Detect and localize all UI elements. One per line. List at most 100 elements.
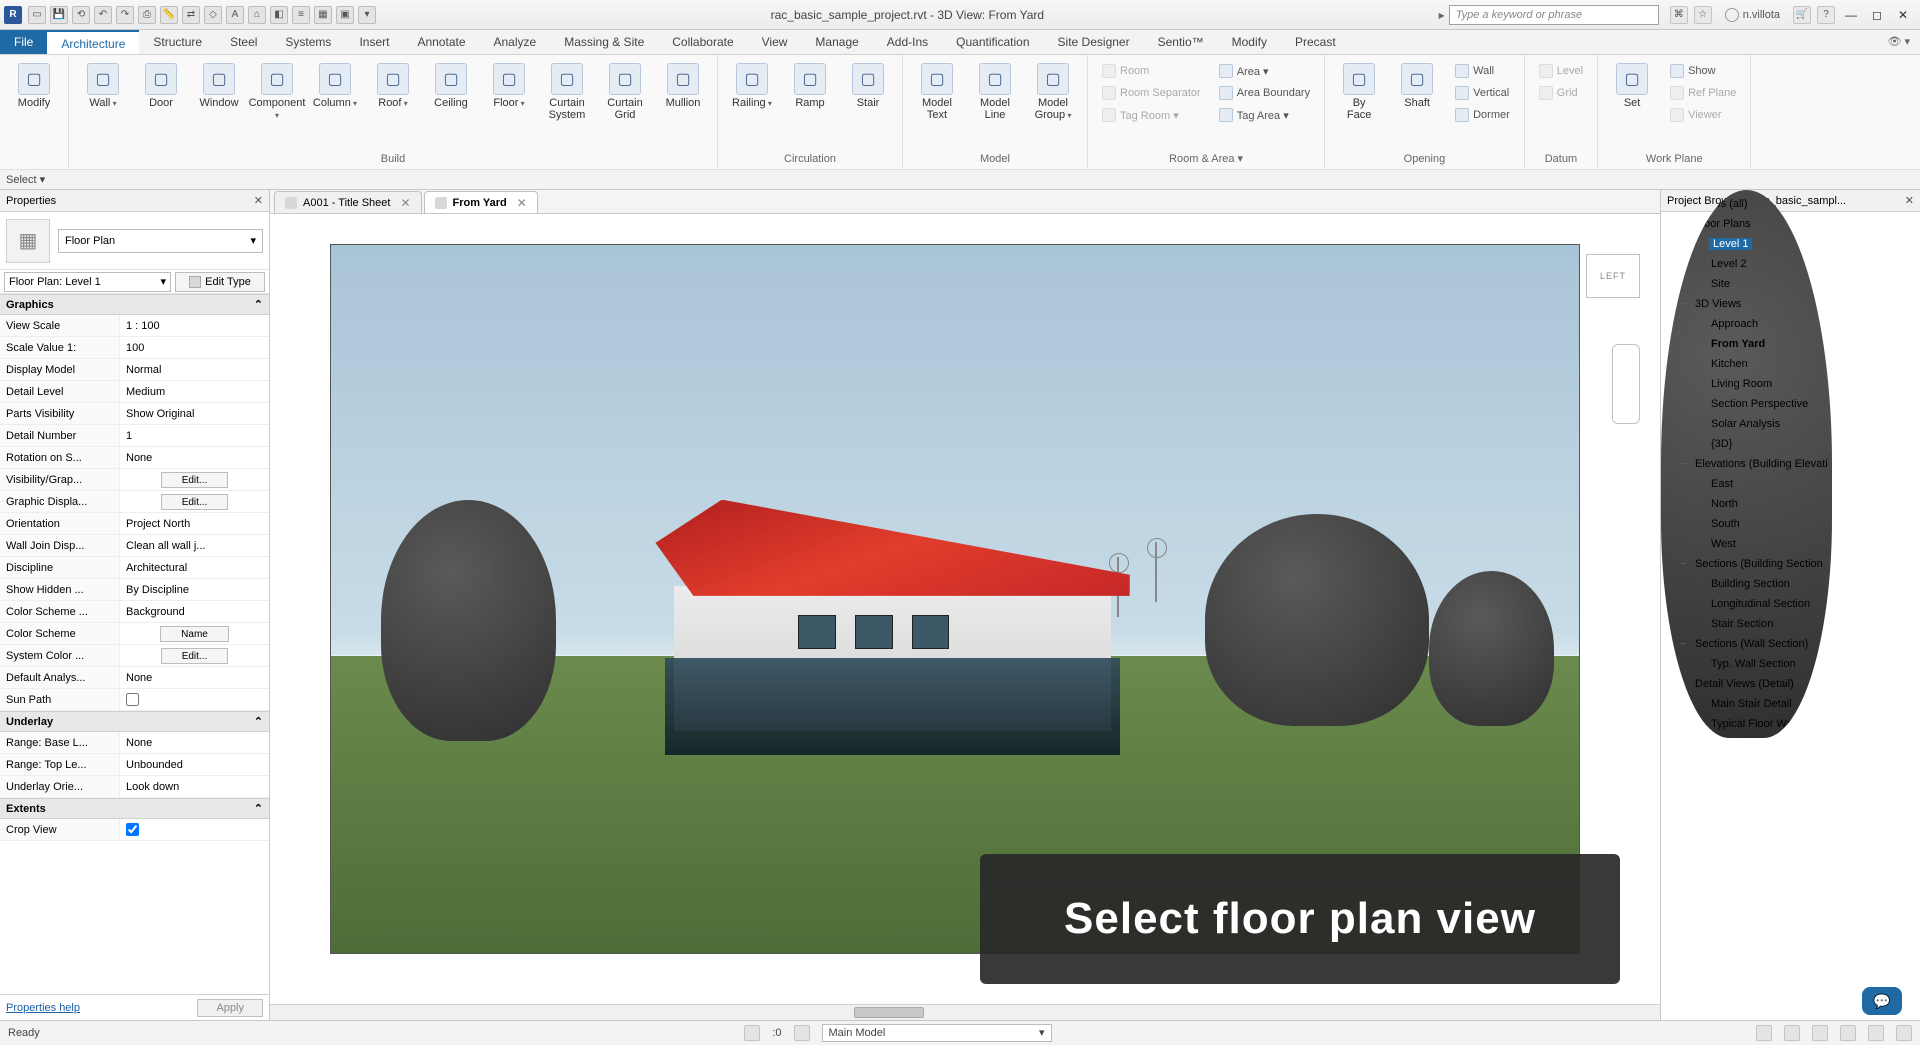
workset-icon[interactable] <box>744 1025 760 1041</box>
tree-node-sections-building-section[interactable]: −Sections (Building Section <box>1663 554 1830 574</box>
prop-value[interactable]: 1 <box>120 425 269 446</box>
collapse-icon[interactable]: ⌃ <box>254 715 263 728</box>
tree-node-level-1[interactable]: Level 1 <box>1663 234 1830 254</box>
maximize-button[interactable]: ◻ <box>1868 6 1886 24</box>
tree-twisty-icon[interactable]: − <box>1677 639 1689 650</box>
tool-railing-button[interactable]: ▢Railing <box>724 59 780 113</box>
browser-close-icon[interactable]: ✕ <box>1905 194 1914 207</box>
tool-roof-button[interactable]: ▢Roof <box>365 59 421 113</box>
chat-bubble-icon[interactable]: 💬 <box>1862 987 1902 1015</box>
tool-wall-button[interactable]: Wall <box>1451 61 1514 81</box>
tool-mullion-button[interactable]: ▢Mullion <box>655 59 711 113</box>
select-underlay-icon[interactable] <box>1784 1025 1800 1041</box>
type-combo[interactable]: Floor Plan▾ <box>58 229 263 253</box>
tree-node-floor-plans[interactable]: −Floor Plans <box>1663 214 1830 234</box>
edit-type-button[interactable]: Edit Type <box>175 272 265 292</box>
tool-area-boundary-button[interactable]: Area Boundary <box>1215 83 1314 103</box>
help-icon[interactable]: ? <box>1817 6 1835 24</box>
prop-value-button[interactable]: Edit... <box>120 469 269 490</box>
tree-node-north[interactable]: North <box>1663 494 1830 514</box>
prop-value-button[interactable]: Edit... <box>120 645 269 666</box>
tree-node--3d-[interactable]: {3D} <box>1663 434 1830 454</box>
tree-twisty-icon[interactable]: − <box>1677 559 1689 570</box>
tree-node-from-yard[interactable]: From Yard <box>1663 334 1830 354</box>
tool-by-face-button[interactable]: ▢ByFace <box>1331 59 1387 125</box>
tree-node-stair-section[interactable]: Stair Section <box>1663 614 1830 634</box>
tool-stair-button[interactable]: ▢Stair <box>840 59 896 113</box>
sync-icon[interactable]: ⟲ <box>72 6 90 24</box>
undo-icon[interactable]: ↶ <box>94 6 112 24</box>
close-button[interactable]: ✕ <box>1894 6 1912 24</box>
scrollbar-thumb[interactable] <box>854 1007 924 1018</box>
design-options-icon[interactable] <box>794 1025 810 1041</box>
tool-curtain-system-button[interactable]: ▢CurtainSystem <box>539 59 595 125</box>
print-icon[interactable]: ⎙ <box>138 6 156 24</box>
collapse-icon[interactable]: ⌃ <box>254 298 263 311</box>
3d-icon[interactable]: ⌂ <box>248 6 266 24</box>
tree-node-typ-wall-section[interactable]: Typ. Wall Section <box>1663 654 1830 674</box>
tool-model-group-button[interactable]: ▢ModelGroup <box>1025 59 1081 125</box>
menu-tab-analyze[interactable]: Analyze <box>480 30 551 54</box>
measure-icon[interactable]: 📏 <box>160 6 178 24</box>
tree-twisty-icon[interactable]: − <box>1677 219 1689 230</box>
drawing-canvas[interactable] <box>330 244 1580 954</box>
thin-lines-icon[interactable]: ≡ <box>292 6 310 24</box>
keynote-icon[interactable]: ⌘ <box>1670 6 1688 24</box>
menu-tab-quantification[interactable]: Quantification <box>942 30 1043 54</box>
view-tab-close-icon[interactable]: ✕ <box>400 196 410 210</box>
tree-node-longitudinal-section[interactable]: Longitudinal Section <box>1663 594 1830 614</box>
tool-ceiling-button[interactable]: ▢Ceiling <box>423 59 479 113</box>
viewport[interactable]: LEFT Select floor plan view <box>270 214 1660 1004</box>
tool-door-button[interactable]: ▢Door <box>133 59 189 113</box>
menu-tab-file[interactable]: File <box>0 30 47 54</box>
tree-node-elevations-building-elevati[interactable]: −Elevations (Building Elevati <box>1663 454 1830 474</box>
prop-value[interactable]: Unbounded <box>120 754 269 775</box>
tag-icon[interactable]: ◇ <box>204 6 222 24</box>
tool-ramp-button[interactable]: ▢Ramp <box>782 59 838 113</box>
tool-component-button[interactable]: ▢Component <box>249 59 305 125</box>
close-hidden-icon[interactable]: ▦ <box>314 6 332 24</box>
tree-node-south[interactable]: South <box>1663 514 1830 534</box>
tree-node-east[interactable]: East <box>1663 474 1830 494</box>
user-account[interactable]: n.villota <box>1725 8 1780 22</box>
tree-node-3d-views[interactable]: −3D Views <box>1663 294 1830 314</box>
properties-help-link[interactable]: Properties help <box>6 1002 80 1014</box>
tool-tag-area--button[interactable]: Tag Area ▾ <box>1215 105 1314 125</box>
menu-tab-annotate[interactable]: Annotate <box>403 30 479 54</box>
tool-wall-button[interactable]: ▢Wall <box>75 59 131 113</box>
section-icon[interactable]: ◧ <box>270 6 288 24</box>
prop-value[interactable]: By Discipline <box>120 579 269 600</box>
prop-section-extents[interactable]: Extents⌃ <box>0 798 269 819</box>
select-links-icon[interactable] <box>1756 1025 1772 1041</box>
tree-node-level-2[interactable]: Level 2 <box>1663 254 1830 274</box>
nav-bar[interactable] <box>1612 344 1640 424</box>
tree-node-sections-wall-section-[interactable]: −Sections (Wall Section) <box>1663 634 1830 654</box>
search-input[interactable]: Type a keyword or phrase <box>1449 5 1659 25</box>
menu-tab-massing-site[interactable]: Massing & Site <box>550 30 658 54</box>
prop-value[interactable]: Show Original <box>120 403 269 424</box>
menu-tab-systems[interactable]: Systems <box>271 30 345 54</box>
prop-value[interactable]: Background <box>120 601 269 622</box>
prop-value-checkbox[interactable] <box>120 819 269 840</box>
tool-modify-button[interactable]: ▢Modify <box>6 59 62 113</box>
prop-value[interactable]: Normal <box>120 359 269 380</box>
select-bar[interactable]: Select ▾ <box>0 169 1920 189</box>
prop-value-button[interactable]: Edit... <box>120 491 269 512</box>
collapse-icon[interactable]: ⌃ <box>254 802 263 815</box>
menu-tab-architecture[interactable]: Architecture <box>47 30 139 54</box>
tool-vertical-button[interactable]: Vertical <box>1451 83 1514 103</box>
prop-section-graphics[interactable]: Graphics⌃ <box>0 294 269 315</box>
tree-node-site[interactable]: Site <box>1663 274 1830 294</box>
tree-node-typical-floor-wall-conn[interactable]: Typical Floor Wall Conn <box>1663 714 1830 734</box>
save-icon[interactable]: 💾 <box>50 6 68 24</box>
tree-twisty-icon[interactable]: − <box>1677 459 1689 470</box>
sign-in-icon[interactable]: ☆ <box>1694 6 1712 24</box>
view-cube[interactable]: LEFT <box>1586 254 1640 298</box>
text-icon[interactable]: A <box>226 6 244 24</box>
prop-value[interactable]: Medium <box>120 381 269 402</box>
menu-tab-precast[interactable]: Precast <box>1281 30 1350 54</box>
tool-dormer-button[interactable]: Dormer <box>1451 105 1514 125</box>
prop-section-underlay[interactable]: Underlay⌃ <box>0 711 269 732</box>
prop-value[interactable]: Project North <box>120 513 269 534</box>
menu-tab-modify[interactable]: Modify <box>1218 30 1281 54</box>
